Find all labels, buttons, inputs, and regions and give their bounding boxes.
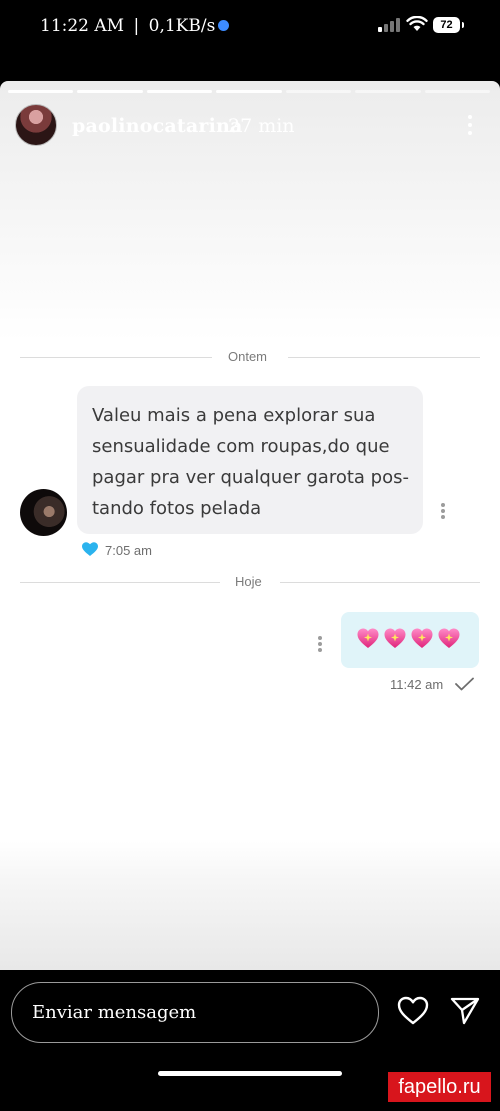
- story-progress-segment: [146, 90, 213, 93]
- story-username[interactable]: paolinocatarina: [72, 115, 243, 137]
- watermark: fapello.ru: [388, 1072, 491, 1102]
- story-progress-segment: [355, 90, 421, 93]
- battery-indicator: 72: [433, 17, 464, 33]
- sparkling-heart-emoji: [384, 628, 406, 648]
- story-time-ago: 27 min: [228, 115, 295, 137]
- story-author-avatar[interactable]: [15, 104, 57, 146]
- status-bar: 11:22 AM | 0,1KB/s 72: [0, 0, 500, 52]
- checkmark-icon: [455, 677, 474, 691]
- divider-line-left: [20, 582, 220, 583]
- send-message-placeholder: Enviar mensagem: [32, 1002, 197, 1023]
- sparkling-heart-emoji: [357, 628, 379, 648]
- incoming-message-time: 7:05 am: [105, 543, 152, 558]
- story-progress-segment: [424, 90, 490, 93]
- outgoing-message-time: 11:42 am: [390, 677, 444, 692]
- status-separator: |: [133, 16, 140, 36]
- sparkling-heart-emoji: [411, 628, 433, 648]
- date-divider-today: Hoje: [235, 574, 262, 589]
- story-progress-segment: [285, 90, 352, 93]
- date-divider-yesterday: Ontem: [228, 349, 268, 364]
- wifi-icon: [406, 16, 428, 31]
- sparkling-heart-emojis: [356, 626, 461, 650]
- send-icon[interactable]: [450, 996, 480, 1026]
- message-options-icon[interactable]: [315, 636, 325, 654]
- home-indicator[interactable]: [158, 1071, 342, 1076]
- sparkling-heart-emoji: [438, 628, 460, 648]
- more-options-icon[interactable]: [462, 113, 478, 137]
- divider-line-right: [288, 357, 480, 358]
- message-options-icon[interactable]: [438, 503, 448, 521]
- clock-text: 11:22 AM: [40, 16, 125, 36]
- divider-line-right: [280, 582, 480, 583]
- alarm-icon: [218, 20, 230, 31]
- blue-heart-icon: [82, 542, 98, 556]
- sender-avatar[interactable]: [20, 489, 67, 536]
- story-progress-segment: [8, 90, 74, 93]
- incoming-message-text: Valeu mais a pena explorar sua sensualid…: [92, 405, 409, 519]
- divider-line-left: [20, 357, 212, 358]
- signal-icon: [378, 18, 400, 32]
- story-progress-bar: [8, 90, 490, 93]
- story-progress-segment: [77, 90, 143, 93]
- network-speed: 0,1KB/s: [148, 16, 216, 36]
- heart-icon[interactable]: [397, 996, 429, 1026]
- outgoing-message-bubble[interactable]: 💖💖💖💖: [341, 612, 479, 668]
- status-time: 11:22 AM | 0,1KB/s: [40, 16, 230, 36]
- send-message-input[interactable]: Enviar mensagem: [11, 982, 379, 1043]
- story-progress-segment: [216, 90, 282, 93]
- story-card[interactable]: paolinocatarina 27 min Ontem Valeu mais …: [0, 81, 500, 970]
- incoming-message-bubble[interactable]: Valeu mais a pena explorar sua sensualid…: [77, 386, 423, 534]
